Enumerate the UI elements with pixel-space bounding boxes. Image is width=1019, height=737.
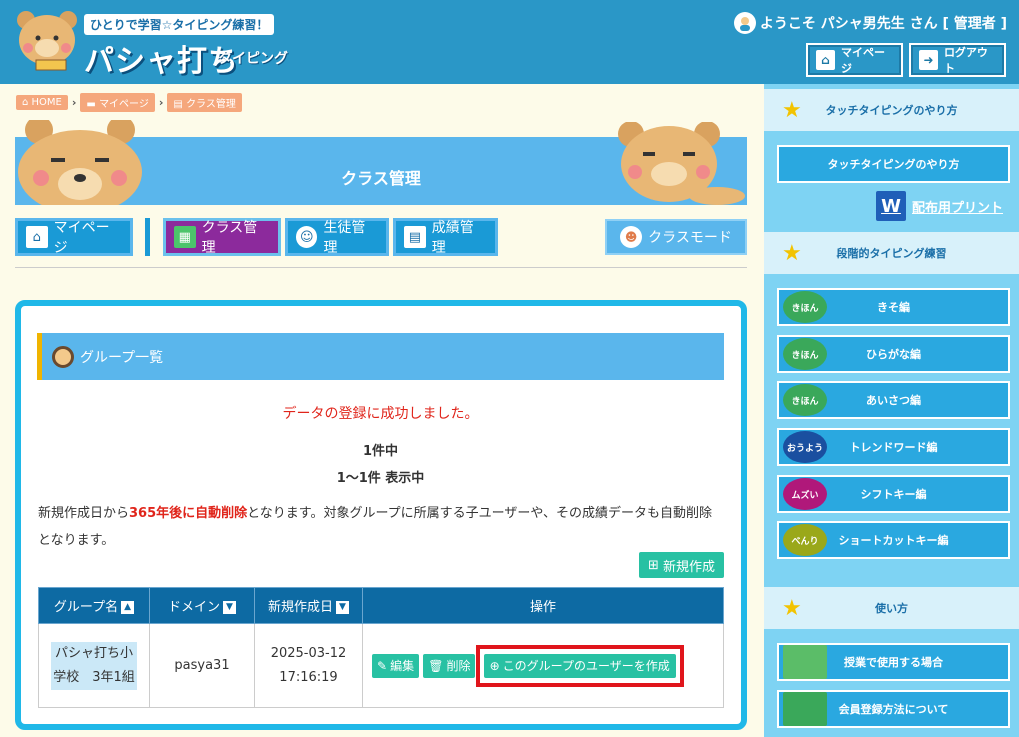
site-header: ひとりで学習☆タイピング練習！ パシャ打ち タイピング ようこそ パシャ男先生 …	[0, 0, 1019, 84]
star-icon: ★	[782, 595, 802, 621]
home-icon: ⌂	[26, 226, 48, 248]
nav-grades-button[interactable]: ▤ 成績管理	[393, 218, 498, 256]
bear-logo-icon[interactable]	[14, 8, 80, 72]
nav-class-label: クラス管理	[201, 220, 258, 256]
cell-group-name: パシャ打ち小学校 3年1組	[38, 623, 150, 708]
sort-down-icon[interactable]: ▼	[223, 601, 236, 614]
section-header: グループ一覧	[37, 333, 724, 380]
bear-mascot-right-icon	[618, 122, 745, 205]
logout-label: ログアウト	[943, 46, 988, 75]
trash-icon: 🗑	[428, 658, 444, 673]
plus-square-icon: ⊞	[648, 557, 659, 573]
tagline: ひとりで学習☆タイピング練習！	[84, 14, 275, 35]
new-create-button[interactable]: ⊞ 新規作成	[639, 552, 724, 578]
breadcrumb-current: ▤ クラス管理	[167, 93, 242, 112]
circle-icon	[52, 345, 74, 368]
star-icon: ★	[782, 240, 802, 266]
nav-student-label: 生徒管理	[323, 220, 366, 256]
nav-class-button[interactable]: ▦ クラス管理	[163, 218, 281, 256]
class-mode-label: クラスモード	[648, 230, 732, 246]
delete-button[interactable]: 🗑 削除	[423, 653, 476, 678]
chevron-right-icon: ›	[158, 96, 164, 109]
cell-domain: pasya31	[149, 623, 255, 708]
col-created[interactable]: 新規作成日 ▼	[254, 587, 363, 624]
sidebar-section-touch: ★ タッチタイピングのやり方	[764, 89, 1019, 131]
header-mypage-label: マイページ	[840, 46, 885, 75]
result-range: 1～1件 表示中	[336, 471, 425, 486]
logout-icon: ➜	[919, 50, 938, 70]
step-shift-button[interactable]: ムズい シフトキー編	[777, 475, 1010, 513]
sidebar-section-steps: ★ 段階的タイピング練習	[764, 232, 1019, 274]
breadcrumb-mypage[interactable]: ▬ マイページ	[80, 93, 155, 112]
nav-mypage-button[interactable]: ⌂ マイページ	[15, 218, 133, 256]
success-message: データの登録に成功しました。	[282, 406, 479, 422]
breadcrumb-home[interactable]: ⌂ HOME	[16, 95, 68, 110]
sidebar-section-usage: ★ 使い方	[764, 587, 1019, 629]
col-domain[interactable]: ドメイン ▼	[149, 587, 255, 624]
user-avatar-icon	[733, 12, 756, 34]
edit-icon: ✎	[377, 658, 388, 673]
students-icon: ☻	[620, 226, 643, 248]
star-icon: ★	[782, 97, 802, 123]
group-table: グループ名 ▲ ドメイン ▼ 新規作成日 ▼ 操作 パシャ打ち小学校 3年1組 pas…	[38, 587, 724, 708]
welcome-label: ようこそ パシャ男先生 さん [ 管理者 ]	[759, 16, 1007, 32]
edit-button[interactable]: ✎ 編集	[372, 653, 420, 678]
class-mode-button[interactable]: ☻ クラスモード	[605, 219, 747, 255]
nav-grades-label: 成績管理	[431, 220, 474, 256]
header-mypage-button[interactable]: ⌂ マイページ	[806, 43, 903, 77]
nav-divider	[145, 218, 150, 256]
highlight-box: ⊕ このグループのユーザーを作成	[475, 644, 684, 687]
breadcrumb: ⌂ HOME › ▬ マイページ › ▤ クラス管理	[16, 93, 242, 112]
logo-title[interactable]: パシャ打ち	[84, 36, 239, 80]
table-row: パシャ打ち小学校 3年1組 pasya31 2025-03-12 17:16:1…	[38, 623, 724, 708]
touch-typing-button[interactable]: タッチタイピングのやり方	[777, 145, 1010, 183]
divider	[15, 267, 747, 268]
word-doc-icon: W	[876, 191, 906, 221]
chevron-right-icon: ›	[71, 96, 77, 109]
cell-created: 2025-03-12 17:16:19	[254, 623, 363, 708]
building-icon: ▦	[174, 226, 196, 248]
col-actions: 操作	[362, 587, 724, 624]
welcome-text: ようこそ パシャ男先生 さん [ 管理者 ]	[733, 12, 1007, 34]
plus-circle-icon: ⊕	[489, 658, 500, 673]
result-count: 1件中	[362, 444, 399, 459]
logo-subtitle: タイピング	[218, 51, 288, 67]
home-icon: ⌂	[816, 50, 835, 70]
notice-emphasis: 365年後に自動削除	[129, 506, 248, 521]
new-create-label: 新規作成	[662, 559, 715, 575]
usage-class-button[interactable]: 授業で使用する場合	[777, 643, 1010, 681]
col-group-name[interactable]: グループ名 ▲	[38, 587, 150, 624]
nav-student-button[interactable]: ☺ 生徒管理	[285, 218, 389, 256]
section-title: グループ一覧	[80, 349, 164, 366]
create-group-user-button[interactable]: ⊕ このグループのユーザーを作成	[483, 653, 676, 678]
student-icon: ☺	[296, 226, 318, 248]
step-trend-button[interactable]: おうよう トレンドワード編	[777, 428, 1010, 466]
print-link[interactable]: W 配布用プリント	[876, 191, 1003, 221]
nav-mypage-label: マイページ	[53, 220, 110, 256]
deletion-notice: 新規作成日から365年後に自動削除となります。対象グループに所属する子ユーザーや…	[38, 506, 713, 548]
clipboard-icon: ▤	[404, 226, 426, 248]
logout-button[interactable]: ➜ ログアウト	[909, 43, 1006, 77]
sort-down-icon[interactable]: ▼	[336, 601, 349, 614]
step-aisatsu-button[interactable]: きほん あいさつ編	[777, 381, 1010, 419]
sort-up-icon[interactable]: ▲	[121, 601, 135, 614]
bear-mascot-left-icon	[18, 120, 142, 205]
group-name-link[interactable]: パシャ打ち小学校 3年1組	[51, 641, 137, 690]
step-shortcut-button[interactable]: べんり ショートカットキー編	[777, 521, 1010, 559]
usage-register-button[interactable]: 会員登録方法について	[777, 690, 1010, 728]
step-hiragana-button[interactable]: きほん ひらがな編	[777, 335, 1010, 373]
step-kiso-button[interactable]: きほん きそ編	[777, 288, 1010, 326]
cell-actions: ✎ 編集 🗑 削除 ⊕ このグループのユーザーを作成	[362, 623, 724, 708]
